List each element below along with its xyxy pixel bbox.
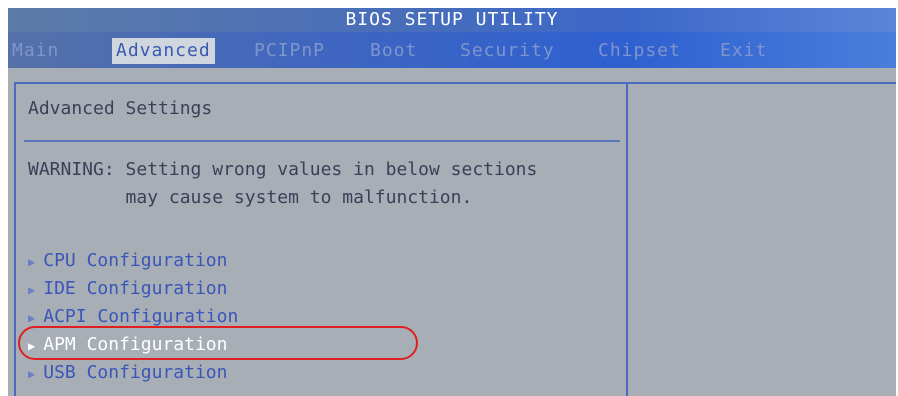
- triangle-right-icon: ▶: [28, 367, 36, 381]
- triangle-right-icon: ▶: [28, 311, 36, 325]
- menu-item-cpu[interactable]: ▶ CPU Configuration: [28, 248, 227, 275]
- triangle-right-icon: ▶: [28, 283, 36, 297]
- help-panel: [626, 82, 896, 396]
- menu-item-usb[interactable]: ▶ USB Configuration: [28, 360, 227, 387]
- menu-item-label: CPU Configuration: [43, 250, 228, 271]
- tab-advanced[interactable]: Advanced: [112, 38, 215, 64]
- tab-boot[interactable]: Boot: [370, 38, 417, 64]
- menu-bar: Main Advanced PCIPnP Boot Security Chips…: [8, 32, 896, 68]
- warning-text: WARNING: Setting wrong values in below s…: [28, 156, 537, 212]
- warning-line-2: may cause system to malfunction.: [28, 187, 473, 208]
- divider: [24, 140, 620, 142]
- highlight-ring: [18, 326, 418, 360]
- panel-heading: Advanced Settings: [28, 98, 213, 119]
- menu-item-label: IDE Configuration: [43, 278, 228, 299]
- tab-pcipnp[interactable]: PCIPnP: [254, 38, 325, 64]
- menu-item-label: USB Configuration: [43, 362, 228, 383]
- tab-security[interactable]: Security: [460, 38, 555, 64]
- menu-item-ide[interactable]: ▶ IDE Configuration: [28, 276, 227, 303]
- title-bar: BIOS SETUP UTILITY: [8, 8, 896, 32]
- menu-item-label: ACPI Configuration: [43, 306, 239, 327]
- app-title: BIOS SETUP UTILITY: [345, 9, 559, 30]
- tab-chipset[interactable]: Chipset: [598, 38, 681, 64]
- warning-line-1: WARNING: Setting wrong values in below s…: [28, 159, 538, 180]
- tab-main[interactable]: Main: [12, 38, 59, 64]
- bios-screen: BIOS SETUP UTILITY Main Advanced PCIPnP …: [8, 8, 896, 396]
- triangle-right-icon: ▶: [28, 255, 36, 269]
- tab-exit[interactable]: Exit: [720, 38, 767, 64]
